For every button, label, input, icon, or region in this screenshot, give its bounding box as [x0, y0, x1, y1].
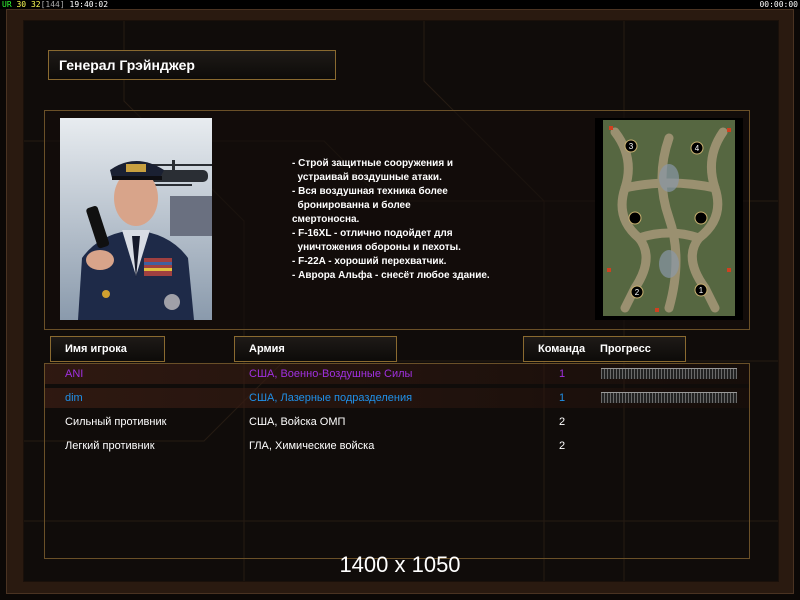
description-line: - F-16XL - отлично подойдет для	[292, 228, 453, 239]
resolution-overlay: 1400 x 1050	[339, 552, 461, 577]
player-progress-bar	[601, 392, 737, 403]
start-position-label: 4	[695, 144, 700, 153]
stat-144: [144]	[40, 0, 65, 9]
player-team: 1	[559, 392, 566, 404]
stat-30: 30	[16, 0, 27, 9]
start-position-label: 2	[635, 288, 640, 297]
column-header-progress: Прогресс	[600, 343, 651, 355]
description-line: - Строй защитные сооружения и	[292, 158, 454, 169]
player-army: США, Войска ОМП	[249, 416, 346, 428]
ur-label: UR	[2, 0, 12, 9]
clock-readout: 19:40:02	[69, 0, 109, 9]
map-preview: 3 4 2 1	[595, 118, 743, 320]
general-header: Генерал Грэйнджер	[48, 50, 336, 80]
description-line: - Аврора Альфа - снесёт любое здание.	[292, 270, 490, 281]
player-list: ANI США, Военно-Воздушные Силы 1 dim США…	[44, 363, 750, 559]
description-line: бронированна и более	[292, 200, 411, 211]
description-line: - Вся воздушная техника более	[292, 186, 448, 197]
general-portrait	[60, 118, 212, 320]
start-position-label: 3	[629, 142, 634, 151]
column-header-label: Имя игрока	[65, 343, 127, 355]
column-header-team-progress[interactable]: Команда Прогресс	[523, 336, 686, 362]
description-line: устраивай воздушные атаки.	[292, 172, 442, 183]
player-army: США, Военно-Воздушные Силы	[249, 368, 413, 380]
player-name: Легкий противник	[65, 440, 155, 452]
player-name: ANI	[65, 368, 84, 380]
game-timer: 00:00:00	[759, 0, 798, 9]
top-status-left: UR 30 32[144] 19:40:02	[2, 0, 108, 9]
stat-32: 32	[30, 0, 41, 9]
player-army: ГЛА, Химические войска	[249, 440, 375, 452]
column-header-army[interactable]: Армия	[234, 336, 397, 362]
player-team: 1	[559, 368, 566, 380]
player-name: Сильный противник	[65, 416, 167, 428]
column-header-label: Армия	[249, 343, 285, 355]
description-line: - F-22A - хороший перехватчик.	[292, 256, 447, 267]
player-row[interactable]: ANI США, Военно-Воздушные Силы 1	[45, 364, 749, 384]
player-row[interactable]: Сильный противник США, Войска ОМП 2	[45, 412, 749, 432]
column-header-team: Команда	[538, 343, 586, 355]
player-team: 2	[559, 440, 566, 452]
general-description: - Строй защитные сооружения и устраивай …	[292, 157, 582, 283]
description-line: смертоносна.	[292, 214, 360, 225]
player-row[interactable]: dim США, Лазерные подразделения 1	[45, 388, 749, 408]
general-title: Генерал Грэйнджер	[59, 57, 195, 73]
column-header-player-name[interactable]: Имя игрока	[50, 336, 165, 362]
description-line: уничтожения обороны и пехоты.	[292, 242, 461, 253]
player-army: США, Лазерные подразделения	[249, 392, 413, 404]
player-name: dim	[65, 392, 83, 404]
top-status-bar: UR 30 32[144] 19:40:02 00:00:00	[0, 0, 800, 9]
player-progress-bar	[601, 368, 737, 379]
player-team: 2	[559, 416, 566, 428]
start-position-label: 1	[699, 286, 704, 295]
general-portrait-image	[60, 118, 212, 320]
player-row[interactable]: Легкий противник ГЛА, Химические войска …	[45, 436, 749, 456]
map-preview-image: 3 4 2 1	[603, 120, 735, 316]
